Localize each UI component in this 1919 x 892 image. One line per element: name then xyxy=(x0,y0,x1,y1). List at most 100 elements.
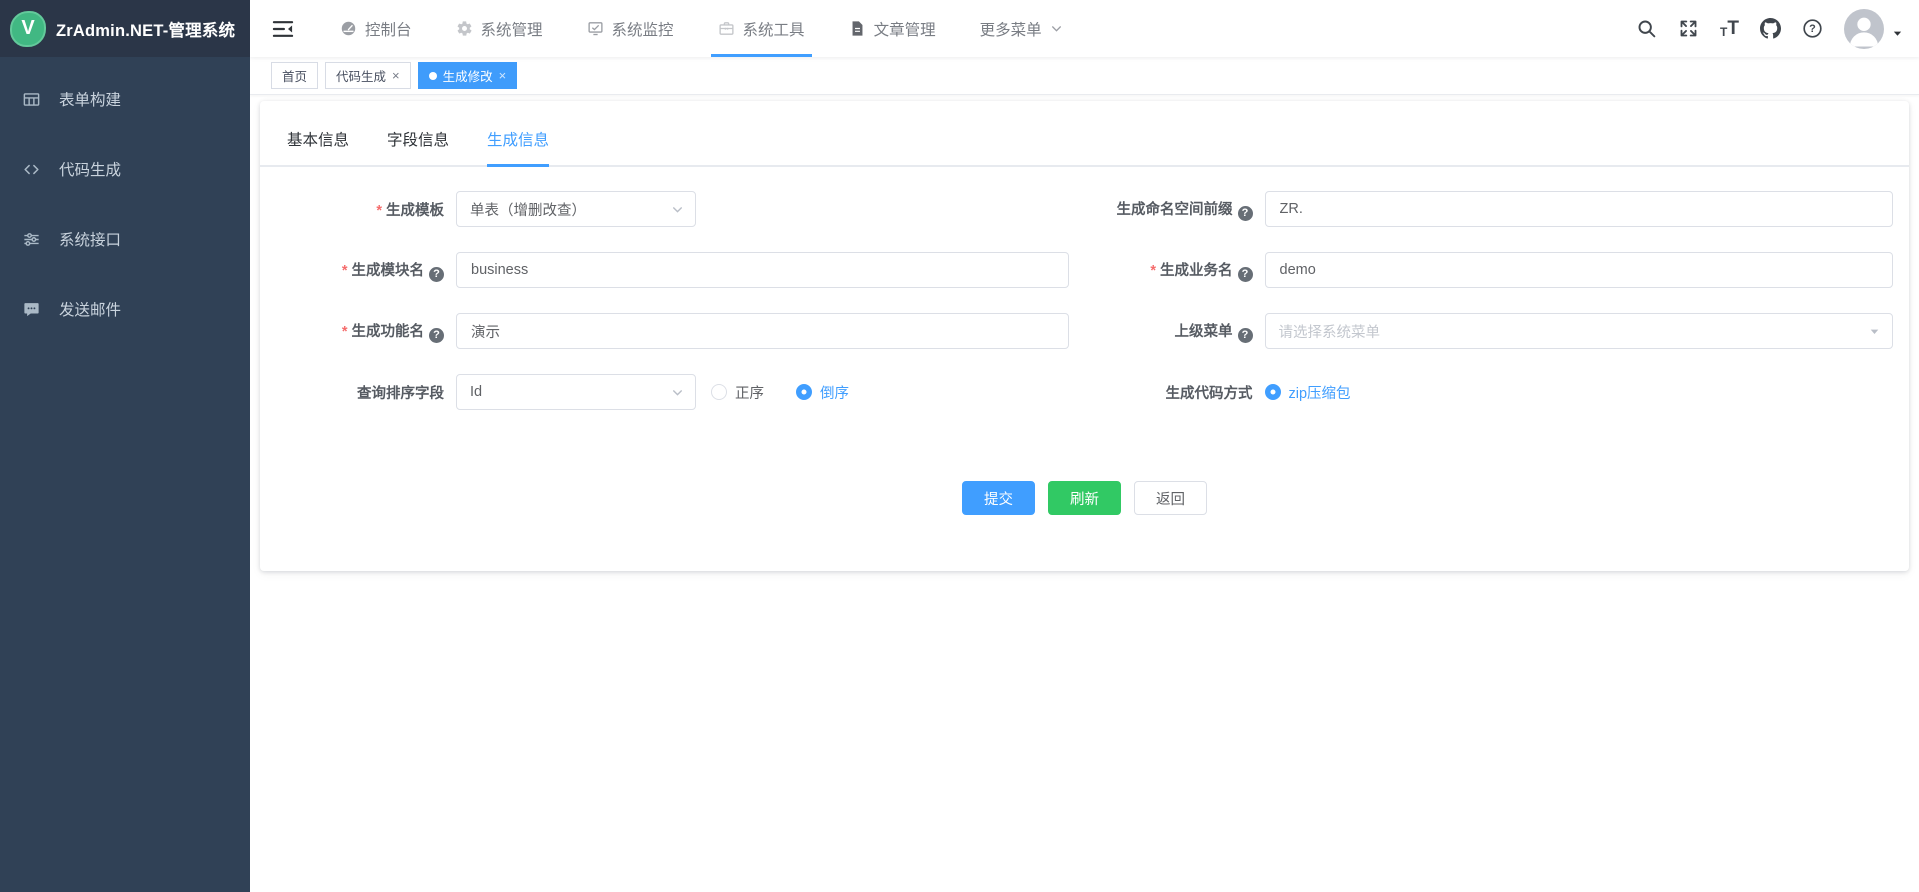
business-name-input[interactable] xyxy=(1265,252,1894,288)
required-asterisk: * xyxy=(1150,263,1156,279)
help-circle-icon[interactable]: ? xyxy=(1238,206,1253,221)
header-actions: TT ? xyxy=(1636,9,1919,49)
radio-circle-icon xyxy=(796,384,812,400)
nav-item-system-monitor[interactable]: 系统监控 xyxy=(580,0,681,57)
tab-basic-info[interactable]: 基本信息 xyxy=(287,128,349,165)
code-icon xyxy=(22,160,41,179)
form-item-parent-menu: 上级菜单? 请选择系统菜单 xyxy=(1085,313,1910,349)
nav-item-label: 文章管理 xyxy=(874,18,936,40)
tag-label: 代码生成 xyxy=(336,66,386,85)
sidebar-item-form-build[interactable]: 表单构建 xyxy=(0,71,250,127)
nav-item-label: 系统工具 xyxy=(743,18,805,40)
parent-menu-select[interactable]: 请选择系统菜单 xyxy=(1265,313,1894,349)
sidebar-menu: 表单构建 代码生成 系统接口 发送邮件 xyxy=(0,57,250,337)
help-circle-icon[interactable]: ? xyxy=(429,267,444,282)
help-circle-icon[interactable]: ? xyxy=(429,328,444,343)
sidebar-item-api[interactable]: 系统接口 xyxy=(0,211,250,267)
font-size-icon[interactable]: TT xyxy=(1720,19,1739,38)
brand-logo[interactable]: V ZrAdmin.NET-管理系统 xyxy=(0,0,250,57)
form-tabs: 基本信息 字段信息 生成信息 xyxy=(260,101,1909,167)
radio-gen-zip[interactable]: zip压缩包 xyxy=(1265,382,1351,403)
tags-view: 首页 代码生成 × 生成修改 × xyxy=(250,57,1919,95)
form-item-sort-field: 查询排序字段 Id 正序 倒序 xyxy=(260,374,1085,410)
top-header: 控制台 系统管理 系统监控 系统工具 文章管理 更多菜单 xyxy=(250,0,1919,57)
sort-field-select[interactable]: Id xyxy=(456,374,696,410)
brand-title: ZrAdmin.NET-管理系统 xyxy=(56,17,235,41)
monitor-icon xyxy=(587,20,604,37)
radio-circle-icon xyxy=(711,384,727,400)
form-item-module: *生成模块名? xyxy=(260,252,1085,288)
tag-code-gen[interactable]: 代码生成 × xyxy=(325,62,411,89)
active-dot xyxy=(429,72,437,80)
sidebar-item-code-gen[interactable]: 代码生成 xyxy=(0,141,250,197)
form-item-template: *生成模板 单表（增删改查） xyxy=(260,191,1085,227)
selected-value: 单表（增删改查） xyxy=(470,199,586,220)
nav-item-label: 控制台 xyxy=(365,18,412,40)
field-label: 上级菜单? xyxy=(1085,320,1265,343)
nav-item-label: 更多菜单 xyxy=(980,18,1042,40)
github-icon[interactable] xyxy=(1760,18,1781,39)
submit-button[interactable]: 提交 xyxy=(962,481,1035,515)
required-asterisk: * xyxy=(342,324,348,340)
article-icon xyxy=(849,20,866,37)
caret-down-icon xyxy=(1868,325,1881,338)
function-name-input[interactable] xyxy=(456,313,1069,349)
nav-item-system-tools[interactable]: 系统工具 xyxy=(711,0,812,57)
search-icon[interactable] xyxy=(1636,18,1657,39)
help-icon[interactable]: ? xyxy=(1802,18,1823,39)
form-actions: 提交 刷新 返回 xyxy=(260,435,1909,571)
selected-value: Id xyxy=(470,384,482,400)
avatar xyxy=(1844,9,1884,49)
help-circle-icon[interactable]: ? xyxy=(1238,267,1253,282)
tag-gen-edit[interactable]: 生成修改 × xyxy=(418,62,518,89)
radio-circle-icon xyxy=(1265,384,1281,400)
sidebar-item-send-mail[interactable]: 发送邮件 xyxy=(0,281,250,337)
refresh-button[interactable]: 刷新 xyxy=(1048,481,1121,515)
chevron-down-icon xyxy=(671,203,684,216)
field-label: *生成模板 xyxy=(260,199,456,220)
form-item-namespace: 生成命名空间前缀? xyxy=(1085,191,1910,227)
sidebar-item-label: 系统接口 xyxy=(59,228,121,250)
mail-icon xyxy=(22,300,41,319)
sidebar-fold-icon[interactable] xyxy=(272,19,294,39)
tag-label: 首页 xyxy=(282,66,307,85)
radio-sort-asc[interactable]: 正序 xyxy=(711,382,764,403)
tab-field-info[interactable]: 字段信息 xyxy=(387,128,449,165)
nav-item-article-manage[interactable]: 文章管理 xyxy=(842,0,943,57)
user-menu[interactable] xyxy=(1844,9,1903,49)
field-label: 生成代码方式 xyxy=(1085,382,1265,403)
tab-gen-info[interactable]: 生成信息 xyxy=(487,128,549,165)
chevron-down-icon xyxy=(671,386,684,399)
form-item-business: *生成业务名? xyxy=(1085,252,1910,288)
sidebar-item-label: 代码生成 xyxy=(59,158,121,180)
required-asterisk: * xyxy=(376,203,382,219)
nav-item-label: 系统监控 xyxy=(612,18,674,40)
field-label: *生成业务名? xyxy=(1085,259,1265,282)
svg-text:?: ? xyxy=(1809,23,1816,35)
sidebar: V ZrAdmin.NET-管理系统 表单构建 代码生成 系统接口 xyxy=(0,0,250,892)
fullscreen-icon[interactable] xyxy=(1678,18,1699,39)
close-icon[interactable]: × xyxy=(499,68,507,83)
tag-label: 生成修改 xyxy=(443,66,493,85)
select-placeholder: 请选择系统菜单 xyxy=(1279,321,1381,342)
sidebar-item-label: 发送邮件 xyxy=(59,298,121,320)
radio-sort-desc[interactable]: 倒序 xyxy=(796,382,849,403)
form-build-icon xyxy=(22,90,41,109)
nav-item-more-menu[interactable]: 更多菜单 xyxy=(973,0,1070,57)
nav-item-dashboard[interactable]: 控制台 xyxy=(333,0,419,57)
help-circle-icon[interactable]: ? xyxy=(1238,328,1253,343)
tag-home[interactable]: 首页 xyxy=(271,62,318,89)
nav-item-system-manage[interactable]: 系统管理 xyxy=(449,0,550,57)
logo-icon: V xyxy=(10,11,46,47)
gear-icon xyxy=(456,20,473,37)
template-select[interactable]: 单表（增删改查） xyxy=(456,191,696,227)
form-item-gen-type: 生成代码方式 zip压缩包 xyxy=(1085,374,1910,410)
field-label: *生成功能名? xyxy=(260,320,456,343)
content-card: 基本信息 字段信息 生成信息 *生成模板 单表（增删改查） xyxy=(260,101,1909,571)
back-button[interactable]: 返回 xyxy=(1134,481,1207,515)
field-label: *生成模块名? xyxy=(260,259,456,282)
module-name-input[interactable] xyxy=(456,252,1069,288)
gen-info-form: *生成模板 单表（增删改查） 生成命名空间前缀? xyxy=(260,167,1909,435)
close-icon[interactable]: × xyxy=(392,68,400,83)
namespace-input[interactable] xyxy=(1265,191,1894,227)
